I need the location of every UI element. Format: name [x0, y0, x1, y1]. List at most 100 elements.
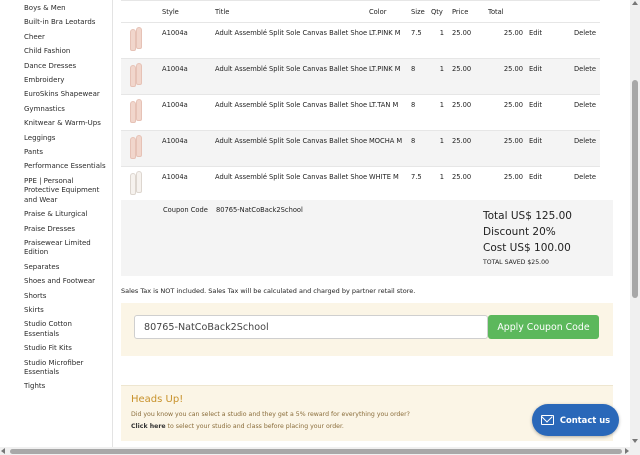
sidebar-category-link[interactable]: Studio Cotton Essentials [24, 320, 112, 339]
sidebar-category-link[interactable]: Knitwear & Warm-Ups [24, 119, 112, 128]
row-color: LT.PINK M [369, 58, 411, 95]
scroll-up-arrow-icon[interactable] [632, 1, 638, 5]
edit-link[interactable]: Edit [523, 94, 563, 131]
row-style: A1004a [162, 130, 215, 167]
category-sidebar: Boys & Men Built-in Bra Leotards Cheer Chil… [0, 0, 113, 447]
contact-us-label: Contact us [559, 415, 611, 425]
sidebar-category-link[interactable]: Praise Dresses [24, 225, 112, 234]
sidebar-category-link[interactable]: Boys & Men [24, 4, 112, 13]
sidebar-category-link[interactable]: Praisewear Limited Edition [24, 239, 112, 258]
header-total: Total [488, 0, 523, 23]
row-price: 25.00 [452, 22, 488, 59]
sidebar-category-link[interactable]: Child Fashion [24, 47, 112, 56]
coupon-code-input[interactable] [134, 315, 488, 339]
sidebar-category-link[interactable]: Pants [24, 148, 112, 157]
shoe-shape [136, 171, 142, 193]
sidebar-category-link[interactable]: Built-in Bra Leotards [24, 18, 112, 27]
ballet-shoe-thumbnail[interactable] [129, 27, 143, 53]
row-price: 25.00 [452, 166, 488, 203]
row-image-cell [121, 166, 162, 203]
contact-us-button[interactable]: Contact us [532, 404, 619, 436]
ballet-shoe-thumbnail[interactable] [129, 171, 143, 197]
click-here-link[interactable]: Click here [131, 423, 166, 430]
row-price: 25.00 [452, 130, 488, 167]
ballet-shoe-thumbnail[interactable] [129, 63, 143, 89]
row-size: 8 [411, 130, 431, 167]
cart-header-row: Style Title Color Size Qty Price Total [121, 0, 600, 23]
shoe-shape [136, 63, 142, 85]
row-title: Adult Assemblé Split Sole Canvas Ballet … [215, 166, 369, 203]
edit-link[interactable]: Edit [523, 166, 563, 203]
horizontal-scrollbar[interactable] [0, 447, 640, 455]
vertical-scrollbar[interactable] [630, 0, 640, 447]
sidebar-category-link[interactable]: Cheer [24, 33, 112, 42]
row-image-cell [121, 130, 162, 167]
sidebar-category-link[interactable]: EuroSkins Shapewear [24, 90, 112, 99]
edit-link[interactable]: Edit [523, 22, 563, 59]
heads-up-message: Did you know you can select a studio and… [131, 411, 410, 418]
cart-row: A1004a Adult Assemblé Split Sole Canvas B… [121, 58, 600, 95]
sidebar-category-link[interactable]: Shorts [24, 292, 112, 301]
mail-icon [540, 415, 554, 425]
sidebar-category-link[interactable]: Leggings [24, 134, 112, 143]
row-style: A1004a [162, 94, 215, 131]
header-qty: Qty [431, 0, 452, 23]
vertical-scroll-thumb[interactable] [632, 80, 638, 298]
scroll-left-arrow-icon[interactable] [1, 448, 5, 454]
sidebar-category-link[interactable]: Separates [24, 263, 112, 272]
row-title: Adult Assemblé Split Sole Canvas Ballet … [215, 58, 369, 95]
scroll-right-arrow-icon[interactable] [625, 448, 629, 454]
sales-tax-note: Sales Tax is NOT included. Sales Tax wil… [121, 287, 416, 295]
sidebar-category-link[interactable]: Studio Microfiber Essentials [24, 359, 112, 378]
row-total: 25.00 [488, 94, 523, 131]
row-style: A1004a [162, 166, 215, 203]
row-title: Adult Assemblé Split Sole Canvas Ballet … [215, 130, 369, 167]
sidebar-category-link[interactable]: PPE | Personal Protective Equipment and … [24, 177, 112, 205]
order-total: Total US$ 125.00 [483, 210, 572, 222]
row-qty: 1 [431, 58, 452, 95]
apply-coupon-button[interactable]: Apply Coupon Code [488, 315, 599, 339]
edit-link[interactable]: Edit [523, 58, 563, 95]
cart-row: A1004a Adult Assemblé Split Sole Canvas B… [121, 130, 600, 167]
sidebar-category-link[interactable]: Praise & Liturgical [24, 210, 112, 219]
cart-row: A1004a Adult Assemblé Split Sole Canvas B… [121, 166, 600, 203]
delete-link[interactable]: Delete [563, 166, 600, 203]
edit-link[interactable]: Edit [523, 130, 563, 167]
row-style: A1004a [162, 22, 215, 59]
sidebar-category-link[interactable]: Performance Essentials [24, 162, 112, 171]
shoe-shape [136, 135, 142, 157]
sidebar-category-link[interactable]: Gymnastics [24, 105, 112, 114]
sidebar-category-link[interactable]: Embroidery [24, 76, 112, 85]
coupon-code-label: Coupon Code [163, 206, 208, 214]
scroll-down-arrow-icon[interactable] [632, 439, 638, 443]
row-size: 8 [411, 94, 431, 131]
header-image [121, 0, 162, 23]
cart-main: Style Title Color Size Qty Price Total A… [121, 0, 613, 447]
delete-link[interactable]: Delete [563, 58, 600, 95]
ballet-shoe-thumbnail[interactable] [129, 135, 143, 161]
row-total: 25.00 [488, 166, 523, 203]
order-totals: Total US$ 125.00 Discount 20% Cost US$ 1… [483, 208, 572, 266]
header-size: Size [411, 0, 431, 23]
delete-link[interactable]: Delete [563, 130, 600, 167]
row-image-cell [121, 58, 162, 95]
sidebar-category-link[interactable]: Studio Fit Kits [24, 344, 112, 353]
delete-link[interactable]: Delete [563, 94, 600, 131]
row-qty: 1 [431, 166, 452, 203]
horizontal-scroll-thumb[interactable] [10, 449, 622, 454]
category-list: Boys & Men Built-in Bra Leotards Cheer Chil… [0, 0, 112, 392]
sidebar-category-link[interactable]: Skirts [24, 306, 112, 315]
row-title: Adult Assemblé Split Sole Canvas Ballet … [215, 94, 369, 131]
sidebar-category-link[interactable]: Shoes and Footwear [24, 277, 112, 286]
row-price: 25.00 [452, 58, 488, 95]
order-discount: Discount 20% [483, 226, 556, 238]
page: Boys & Men Built-in Bra Leotards Cheer Chil… [0, 0, 640, 455]
sidebar-category-link[interactable]: Tights [24, 382, 112, 391]
delete-link[interactable]: Delete [563, 22, 600, 59]
row-style: A1004a [162, 58, 215, 95]
row-color: MOCHA M [369, 130, 411, 167]
sidebar-category-link[interactable]: Dance Dresses [24, 62, 112, 71]
applied-coupon-code: 80765-NatCoBack2School [216, 206, 303, 214]
ballet-shoe-thumbnail[interactable] [129, 99, 143, 125]
shoe-shape [136, 27, 142, 49]
